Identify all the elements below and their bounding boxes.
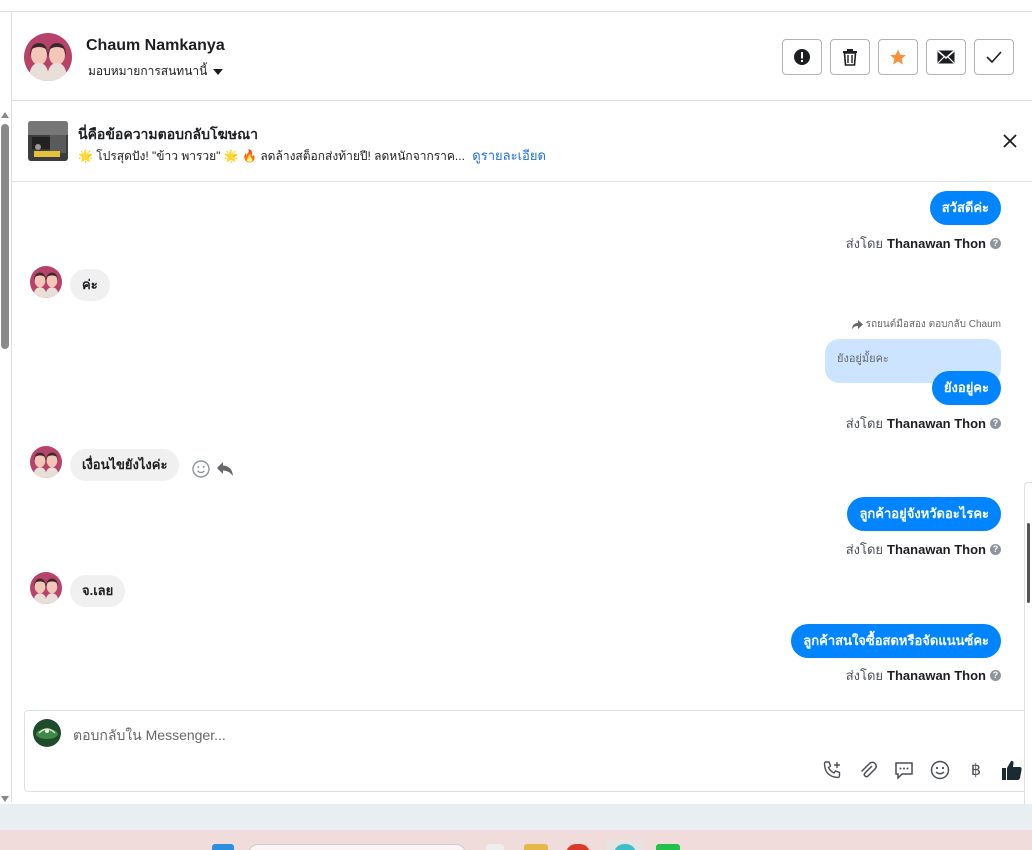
sender-name[interactable]: Thanawan Thon (887, 236, 986, 251)
outgoing-message[interactable]: ยังอยู่คะ (931, 371, 1001, 405)
assign-conversation-dropdown[interactable]: มอบหมายการสนทนานี้ (88, 62, 224, 81)
contact-avatar-small[interactable] (30, 572, 62, 604)
help-icon[interactable]: ? (990, 418, 1001, 429)
ad-details-link[interactable]: ดูรายละเอียด (472, 148, 546, 163)
scroll-up-arrow-icon[interactable] (1, 112, 9, 118)
outgoing-message[interactable]: สวัสดีค่ะ (929, 191, 1001, 225)
delete-button[interactable] (830, 39, 870, 75)
sent-by-label: ส่งโดย Thanawan Thon ? (846, 233, 1001, 254)
top-strip (0, 0, 1032, 12)
taskbar-search-box[interactable] (248, 844, 466, 850)
os-taskbar (0, 830, 1032, 850)
call-add-icon[interactable] (821, 759, 843, 781)
sent-by-prefix: ส่งโดย (845, 542, 884, 557)
mail-icon (937, 50, 955, 64)
ad-title: นี่คือข้อความตอบกลับโฆษณา (78, 126, 258, 142)
start-icon[interactable] (212, 844, 234, 850)
sent-by-prefix: ส่งโดย (845, 236, 884, 251)
scroll-thumb[interactable] (1, 124, 9, 349)
mark-done-button[interactable] (974, 39, 1014, 75)
composer-toolbar: ฿ (821, 759, 1023, 781)
sent-by-label: ส่งโดย Thanawan Thon ? (846, 665, 1001, 686)
reply-note: รถยนต์มือสอง ตอบกลับ Chaum (851, 317, 1001, 332)
sent-by-label: ส่งโดย Thanawan Thon ? (846, 413, 1001, 434)
reply-note-text: รถยนต์มือสอง ตอบกลับ Chaum (865, 319, 1001, 330)
ad-description-row: 🌟 โปรสุดปัง! "ข้าว พารวย" 🌟 🔥 ลดล้างสต็อ… (78, 145, 546, 166)
assign-label: มอบหมายการสนทนานี้ (88, 64, 208, 78)
contact-avatar[interactable] (24, 33, 72, 81)
attach-icon[interactable] (857, 759, 879, 781)
baht-icon[interactable]: ฿ (965, 759, 987, 781)
contact-name[interactable]: Chaum Namkanya (86, 37, 225, 55)
contact-avatar-small[interactable] (30, 266, 62, 298)
mark-spam-button[interactable] (782, 39, 822, 75)
line-app-icon[interactable] (656, 844, 680, 850)
message-hover-tools (192, 460, 234, 478)
conversation-scrollbar[interactable] (0, 112, 10, 802)
header-actions (782, 39, 1014, 75)
page-footer-band (0, 804, 1032, 830)
sender-name[interactable]: Thanawan Thon (887, 416, 986, 431)
sent-by-label: ส่งโดย Thanawan Thon ? (846, 539, 1001, 560)
app-icon[interactable] (566, 844, 590, 850)
reply-arrow-icon (851, 319, 863, 330)
help-icon[interactable]: ? (990, 544, 1001, 555)
message-input[interactable]: ตอบกลับใน Messenger... (73, 725, 226, 747)
side-panel-scroll-thumb[interactable] (1027, 523, 1030, 603)
emoji-icon[interactable] (929, 759, 951, 781)
ad-reply-banner: นี่คือข้อความตอบกลับโฆษณา 🌟 โปรสุดปัง! "… (12, 102, 1032, 182)
spam-icon (794, 49, 810, 65)
mark-unread-button[interactable] (926, 39, 966, 75)
chevron-down-icon (213, 68, 224, 75)
saved-reply-icon[interactable] (893, 759, 915, 781)
outgoing-message[interactable]: ลูกค้าอยู่จังหวัดอะไรคะ (847, 497, 1001, 531)
page-avatar (33, 719, 61, 747)
close-banner-button[interactable] (1002, 133, 1018, 149)
contact-avatar-small[interactable] (30, 446, 62, 478)
incoming-message[interactable]: เงื่อนไขยังไงค่ะ (70, 449, 180, 481)
reply-icon[interactable] (216, 461, 234, 477)
incoming-message[interactable]: ค่ะ (70, 269, 110, 301)
file-explorer-icon[interactable] (524, 844, 548, 850)
incoming-message[interactable]: จ.เลย (70, 575, 126, 607)
check-icon (986, 51, 1002, 63)
side-panel-edge (1024, 482, 1032, 817)
help-icon[interactable]: ? (990, 238, 1001, 249)
outgoing-message[interactable]: ลูกค้าสนใจซื้อสดหรือจัดแนนซ์คะ (791, 624, 1001, 658)
sender-name[interactable]: Thanawan Thon (887, 542, 986, 557)
star-button[interactable] (878, 39, 918, 75)
react-emoji-icon[interactable] (192, 460, 210, 478)
trash-icon (843, 49, 857, 66)
like-icon[interactable] (1001, 759, 1023, 781)
sent-by-prefix: ส่งโดย (845, 668, 884, 683)
sender-name[interactable]: Thanawan Thon (887, 668, 986, 683)
help-icon[interactable]: ? (990, 670, 1001, 681)
ad-thumbnail[interactable] (28, 121, 68, 161)
conversation-header: Chaum Namkanya มอบหมายการสนทนานี้ (12, 13, 1032, 101)
sent-by-prefix: ส่งโดย (845, 416, 884, 431)
ad-description: 🌟 โปรสุดปัง! "ข้าว พารวย" 🌟 🔥 ลดล้างสต็อ… (78, 149, 465, 163)
reply-composer: ตอบกลับใน Messenger... ฿ (24, 710, 1032, 792)
star-icon (890, 49, 906, 65)
scroll-down-arrow-icon[interactable] (1, 796, 9, 802)
task-view-icon[interactable] (486, 844, 504, 850)
close-icon (1003, 134, 1017, 148)
